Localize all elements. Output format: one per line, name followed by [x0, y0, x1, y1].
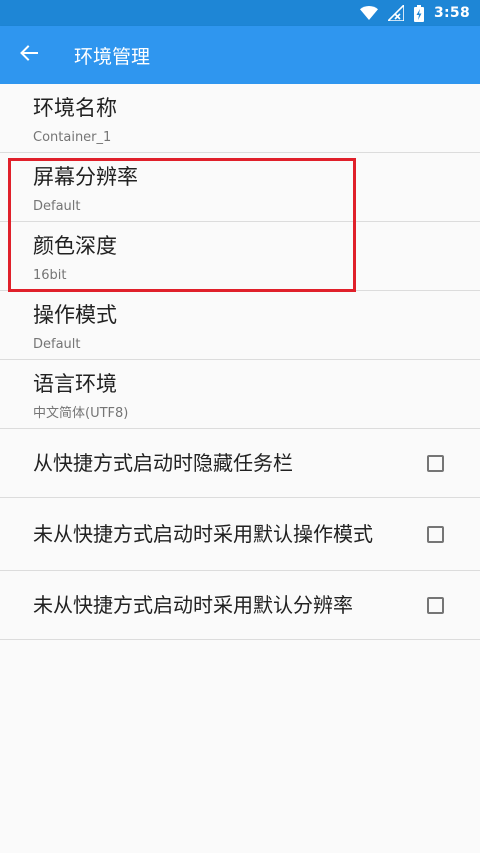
default-resolution-checkbox[interactable]: [427, 596, 444, 614]
setting-title: 操作模式: [33, 303, 117, 327]
hide-taskbar-checkbox[interactable]: [427, 454, 444, 472]
setting-title: 屏幕分辨率: [33, 165, 138, 189]
setting-title: 从快捷方式启动时隐藏任务栏: [33, 451, 293, 475]
setting-summary: Default: [33, 199, 81, 214]
battery-charging-icon: [413, 4, 424, 22]
settings-list: 环境名称 Container_1 屏幕分辨率 Default 颜色深度 16bi…: [0, 84, 480, 640]
setting-title: 未从快捷方式启动时采用默认操作模式: [33, 522, 373, 546]
setting-operation-mode[interactable]: 操作模式 Default: [0, 291, 480, 360]
default-operation-mode-checkbox[interactable]: [427, 525, 444, 543]
back-button[interactable]: [0, 26, 58, 84]
app-bar: 环境管理: [0, 26, 480, 84]
status-time: 3:58: [433, 5, 470, 21]
setting-color-depth[interactable]: 颜色深度 16bit: [0, 222, 480, 291]
setting-title: 未从快捷方式启动时采用默认分辨率: [33, 593, 353, 617]
setting-hide-taskbar[interactable]: 从快捷方式启动时隐藏任务栏: [0, 429, 480, 498]
setting-summary: Default: [33, 337, 81, 352]
signal-off-icon: [387, 5, 404, 21]
arrow-left-icon: [20, 45, 38, 65]
setting-title: 颜色深度: [33, 234, 117, 258]
setting-title: 环境名称: [33, 96, 117, 120]
setting-screen-resolution[interactable]: 屏幕分辨率 Default: [0, 153, 480, 222]
setting-summary: 中文简体(UTF8): [33, 406, 129, 421]
wifi-icon: [359, 6, 378, 20]
setting-summary: 16bit: [33, 268, 67, 283]
setting-locale[interactable]: 语言环境 中文简体(UTF8): [0, 360, 480, 429]
setting-summary: Container_1: [33, 130, 112, 145]
page-title: 环境管理: [74, 45, 151, 68]
setting-title: 语言环境: [33, 372, 117, 396]
setting-default-resolution[interactable]: 未从快捷方式启动时采用默认分辨率: [0, 571, 480, 640]
status-bar: 3:58: [0, 0, 480, 26]
setting-environment-name[interactable]: 环境名称 Container_1: [0, 84, 480, 153]
setting-default-operation-mode[interactable]: 未从快捷方式启动时采用默认操作模式: [0, 498, 480, 571]
